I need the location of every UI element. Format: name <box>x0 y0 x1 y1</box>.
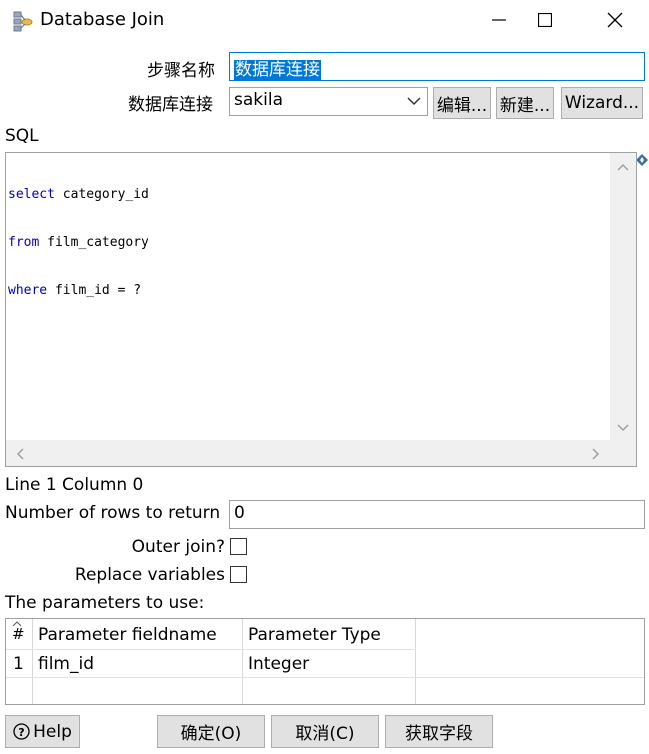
close-button[interactable] <box>592 0 638 40</box>
rows-to-return-label: Number of rows to return <box>5 503 221 523</box>
table-cell-type[interactable]: Integer <box>248 654 309 674</box>
window-title: Database Join <box>40 9 165 30</box>
connection-select[interactable]: sakila <box>229 87 428 116</box>
table-cell-fieldname[interactable]: film_id <box>38 654 94 674</box>
sql-horizontal-scrollbar[interactable] <box>6 440 610 466</box>
close-icon <box>607 12 623 28</box>
sql-line: select category_id <box>8 187 149 202</box>
sort-icon <box>12 621 22 627</box>
column-header-type[interactable]: Parameter Type <box>248 625 381 645</box>
get-fields-button[interactable]: 获取字段 <box>385 715 493 748</box>
minimize-icon <box>492 19 506 21</box>
connection-value: sakila <box>234 90 283 110</box>
scroll-down-icon[interactable] <box>617 424 629 432</box>
cursor-position-status: Line 1 Column 0 <box>5 475 144 495</box>
wizard-button[interactable]: Wizard... <box>561 87 643 119</box>
database-join-app-icon <box>12 10 34 32</box>
ok-button[interactable]: 确定(O) <box>157 715 265 748</box>
sql-line: from film_category <box>8 235 149 250</box>
scrollbar-corner <box>610 440 636 466</box>
column-header-fieldname[interactable]: Parameter fieldname <box>38 625 217 645</box>
chevron-down-icon <box>407 97 421 106</box>
scroll-right-icon[interactable] <box>592 448 600 460</box>
edit-connection-button[interactable]: 编辑... <box>433 87 491 119</box>
maximize-icon <box>538 13 552 27</box>
variable-hint-icon <box>636 151 648 171</box>
new-connection-button[interactable]: 新建... <box>496 87 554 119</box>
parameters-label: The parameters to use: <box>5 593 205 613</box>
cancel-button[interactable]: 取消(C) <box>271 715 379 748</box>
step-name-label: 步骤名称 <box>147 61 215 81</box>
help-icon: ? <box>13 723 30 740</box>
sql-vertical-scrollbar[interactable] <box>610 153 636 440</box>
connection-label: 数据库连接 <box>128 95 213 115</box>
maximize-button[interactable] <box>522 0 568 40</box>
step-name-input[interactable]: 数据库连接 <box>229 52 645 81</box>
parameters-table[interactable]: # Parameter fieldname Parameter Type 1 f… <box>5 618 645 705</box>
replace-variables-label: Replace variables <box>74 565 225 585</box>
scroll-up-icon[interactable] <box>617 163 629 171</box>
scroll-left-icon[interactable] <box>16 448 24 460</box>
sql-editor[interactable]: select category_id from film_category wh… <box>5 152 637 467</box>
sql-line: where film_id = ? <box>8 283 142 298</box>
rows-to-return-input[interactable]: 0 <box>229 500 645 529</box>
replace-variables-checkbox[interactable] <box>230 566 247 583</box>
table-row-number: 1 <box>13 654 24 674</box>
outer-join-label: Outer join? <box>131 537 225 557</box>
column-header-number[interactable]: # <box>12 621 25 643</box>
sql-label: SQL <box>5 126 39 146</box>
step-name-value: 数据库连接 <box>234 60 321 80</box>
help-button[interactable]: ? Help <box>5 715 80 748</box>
sql-code: select category_id from film_category wh… <box>8 155 149 331</box>
minimize-button[interactable] <box>476 0 522 40</box>
svg-text:?: ? <box>18 726 24 739</box>
outer-join-checkbox[interactable] <box>230 538 247 555</box>
